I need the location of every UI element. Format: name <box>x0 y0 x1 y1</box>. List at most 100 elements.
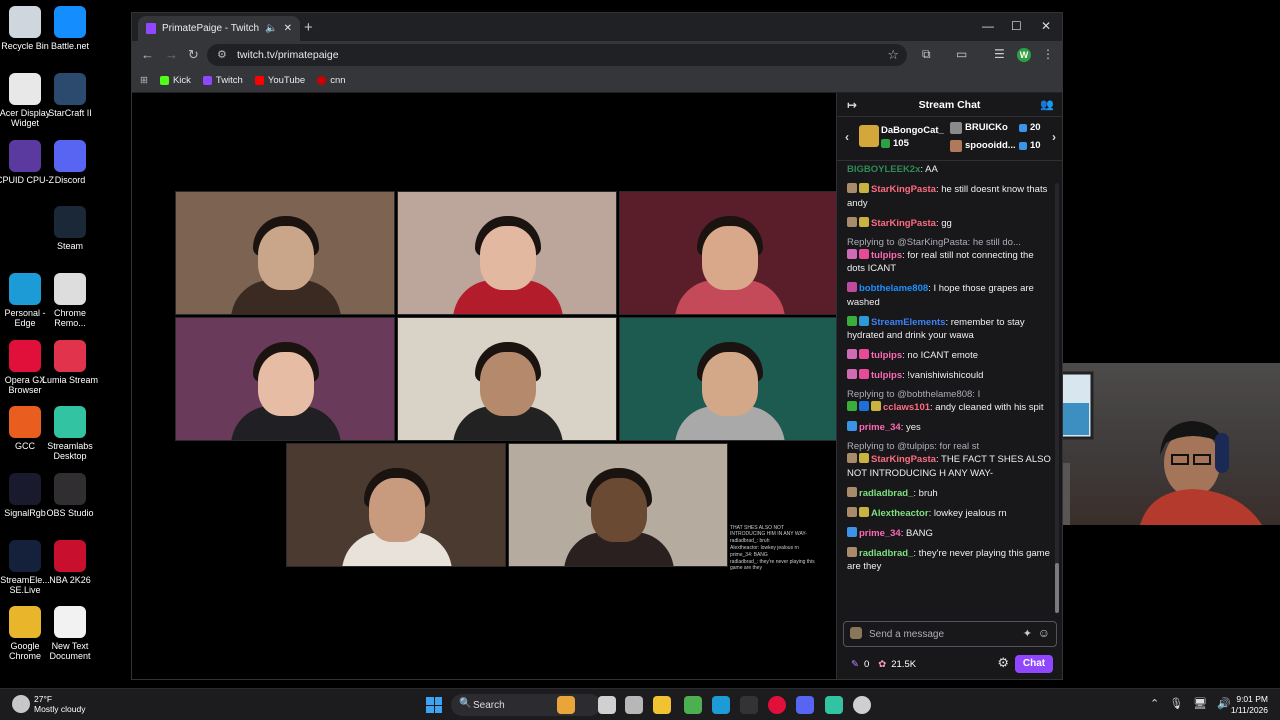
chat-scroll-thumb[interactable] <box>1055 563 1059 613</box>
start-button[interactable] <box>426 697 442 713</box>
desktop-icon[interactable]: Steam <box>39 206 101 251</box>
chat-badge-icon[interactable] <box>847 401 857 411</box>
menu-icon[interactable]: ⋮ <box>1042 47 1054 61</box>
volume-icon[interactable]: 🔊 <box>1217 697 1231 710</box>
chat-username[interactable]: tulpips <box>871 250 902 261</box>
chat-username[interactable]: StarKingPasta <box>871 184 936 195</box>
channel-points-icon[interactable]: ✿ <box>878 659 886 670</box>
chat-username[interactable]: radladbrad_ <box>859 488 913 499</box>
chat-badge-icon[interactable] <box>859 369 869 379</box>
chat-send-button[interactable]: Chat <box>1015 655 1053 673</box>
minimize-button[interactable]: — <box>982 19 994 33</box>
apps-grid-icon[interactable]: ⊞ <box>140 75 148 86</box>
cast-icon[interactable]: ▭ <box>956 47 967 61</box>
chat-badge-icon[interactable] <box>859 453 869 463</box>
streamlabs-icon[interactable] <box>825 696 843 714</box>
bookmark-youtube[interactable]: YouTube <box>254 75 305 86</box>
chat-badge-icon[interactable] <box>871 401 881 411</box>
tab-close-icon[interactable]: ✕ <box>284 23 292 34</box>
chat-username[interactable]: StarKingPasta <box>871 218 936 229</box>
second-gifter-name[interactable]: BRUICKo <box>965 122 1008 133</box>
taskbar-search[interactable]: 🔍 Search <box>451 694 601 716</box>
new-tab-button[interactable]: + <box>304 19 313 36</box>
site-info-icon[interactable]: ⚙ <box>217 48 227 61</box>
chat-badge-icon[interactable] <box>847 546 857 557</box>
chat-badge-icon[interactable] <box>847 506 857 517</box>
desktop-icon[interactable]: Chrome Remo... <box>39 273 101 328</box>
next-arrow-icon[interactable]: › <box>1052 130 1056 144</box>
desktop-icon[interactable]: Streamlabs Desktop <box>39 406 101 461</box>
chat-badge-icon[interactable] <box>859 216 869 227</box>
tab-twitch[interactable]: PrimatePaige - Twitch 🔈 ✕ <box>138 16 300 41</box>
collapse-chat-icon[interactable]: ↦ <box>847 98 857 112</box>
chat-settings-icon[interactable]: ⚙ <box>997 655 1009 671</box>
desktop-icon[interactable]: NBA 2K26 <box>39 540 101 585</box>
bookmark-twitch[interactable]: Twitch <box>202 75 243 86</box>
folder-icon[interactable] <box>653 696 671 714</box>
chat-scrollbar[interactable] <box>1055 183 1059 613</box>
desktop-icon[interactable]: OBS Studio <box>39 473 101 518</box>
task-view-icon[interactable] <box>598 696 616 714</box>
bits-cheer-icon[interactable]: ✦ <box>1023 627 1032 640</box>
desktop-icon[interactable]: Battle.net <box>39 6 101 51</box>
chat-badge-icon[interactable] <box>847 526 857 537</box>
chat-username[interactable]: tulpips <box>871 350 902 361</box>
desktop-icon[interactable]: New Text Document <box>39 606 101 661</box>
chat-username[interactable]: Alextheactor <box>871 508 929 519</box>
chat-username[interactable]: radladbrad_ <box>859 548 913 559</box>
microphone-icon[interactable]: 🎙 <box>1169 697 1183 710</box>
chat-badge-icon[interactable] <box>847 183 857 193</box>
chat-badge-icon[interactable] <box>847 486 857 497</box>
photos-icon[interactable] <box>740 696 758 714</box>
chat-badge-icon[interactable] <box>859 349 869 359</box>
chat-badge-icon[interactable] <box>847 315 857 326</box>
bits-icon[interactable]: ✎ <box>851 659 859 670</box>
third-gifter-name[interactable]: spoooidd... <box>965 140 1016 151</box>
desktop-icon[interactable]: Lumia Stream <box>39 340 101 385</box>
edge-icon[interactable] <box>712 696 730 714</box>
chat-username[interactable]: cclaws101 <box>883 402 930 413</box>
chat-badge-icon[interactable] <box>847 369 857 379</box>
network-icon[interactable]: 🖥 <box>1193 697 1207 710</box>
close-window-button[interactable]: ✕ <box>1041 19 1051 33</box>
opera-gx-icon[interactable] <box>768 696 786 714</box>
chat-username[interactable]: tulpips <box>871 370 902 381</box>
back-button[interactable]: ← <box>141 47 154 62</box>
bookmark-kick[interactable]: Kick <box>159 75 191 86</box>
bookmark-cnn[interactable]: cnn <box>317 75 346 86</box>
chat-username[interactable]: StarKingPasta <box>871 454 936 465</box>
chat-input[interactable]: Send a message ✦ ☺ <box>843 621 1057 647</box>
desktop-icon[interactable]: StarCraft II <box>39 73 101 118</box>
desktop-icon[interactable]: Discord <box>39 140 101 185</box>
chat-username[interactable]: prime_34 <box>859 528 901 539</box>
emote-picker-icon[interactable]: ☺ <box>1038 626 1050 640</box>
chat-badge-icon[interactable] <box>847 421 857 431</box>
reading-list-icon[interactable]: ☰ <box>994 47 1005 61</box>
chat-badge-icon[interactable] <box>847 349 857 359</box>
chat-badge-icon[interactable] <box>859 315 869 326</box>
chat-badge-icon[interactable] <box>847 248 857 259</box>
chat-badge-icon[interactable] <box>847 282 857 292</box>
chat-username[interactable]: bobthelame808 <box>859 283 928 294</box>
discord-icon[interactable] <box>796 696 814 714</box>
chat-username[interactable]: BIGBOYLEEK2x <box>847 164 920 175</box>
maximize-button[interactable]: ☐ <box>1011 19 1022 33</box>
top-gifter-name[interactable]: DaBongoCat_ <box>881 125 944 136</box>
chat-badge-icon[interactable] <box>847 453 857 463</box>
profile-avatar[interactable]: W <box>1017 48 1031 62</box>
file-explorer-icon[interactable] <box>625 696 643 714</box>
chat-badge-icon[interactable] <box>847 216 857 227</box>
tray-chevron-icon[interactable]: ⌃ <box>1150 697 1159 710</box>
speaker-icon[interactable]: 🔈 <box>265 23 277 34</box>
url-bar[interactable]: ⚙ twitch.tv/primatepaige ☆ <box>207 44 907 66</box>
chrome-icon[interactable] <box>684 696 702 714</box>
extensions-icon[interactable]: ⧉ <box>922 47 931 62</box>
chat-badge-icon[interactable] <box>859 401 869 411</box>
chrome-alt-icon[interactable] <box>853 696 871 714</box>
bookmark-star-icon[interactable]: ☆ <box>887 47 899 63</box>
clock[interactable]: 9:01 PM 1/11/2026 <box>1231 694 1268 716</box>
users-icon[interactable]: 👥 <box>1040 98 1054 111</box>
prev-arrow-icon[interactable]: ‹ <box>845 130 849 144</box>
chat-badge-icon[interactable] <box>859 506 869 517</box>
widgets-icon[interactable] <box>557 696 575 714</box>
